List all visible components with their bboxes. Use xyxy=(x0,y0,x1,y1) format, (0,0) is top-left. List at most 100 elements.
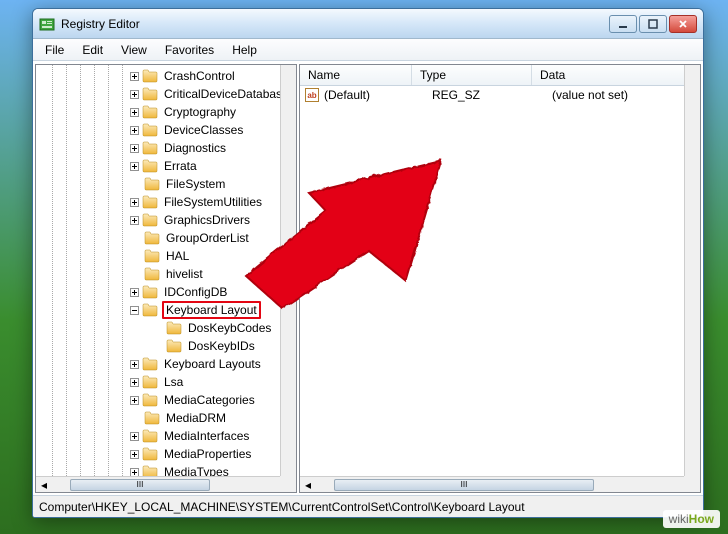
expander-spacer xyxy=(130,414,141,423)
tree-item[interactable]: DosKeybIDs xyxy=(36,337,280,355)
expander-icon[interactable] xyxy=(130,126,139,135)
tree-label[interactable]: Lsa xyxy=(162,374,185,390)
tree-scroll[interactable]: CrashControl CriticalDeviceDatabase Crypto… xyxy=(36,65,280,476)
list-horizontal-scrollbar[interactable]: ◂ III xyxy=(300,476,684,492)
tree-label[interactable]: hivelist xyxy=(164,266,205,282)
scroll-thumb[interactable]: III xyxy=(334,479,594,491)
menu-favorites[interactable]: Favorites xyxy=(157,41,222,59)
tree-label[interactable]: Keyboard Layouts xyxy=(162,356,263,372)
expander-icon[interactable] xyxy=(130,288,139,297)
expander-icon[interactable] xyxy=(130,396,139,405)
list-pane: Name Type Data ab(Default)REG_SZ(value n… xyxy=(299,64,701,493)
tree-item[interactable]: Keyboard Layout xyxy=(36,301,280,319)
tree-label[interactable]: MediaCategories xyxy=(162,392,257,408)
scroll-left-icon[interactable]: ◂ xyxy=(36,477,52,493)
tree-label[interactable]: Errata xyxy=(162,158,199,174)
expander-icon[interactable] xyxy=(130,450,139,459)
expander-spacer xyxy=(130,234,141,243)
expander-icon[interactable] xyxy=(130,216,139,225)
column-data[interactable]: Data xyxy=(532,65,700,85)
tree-item[interactable]: Lsa xyxy=(36,373,280,391)
tree-label[interactable]: DeviceClasses xyxy=(162,122,245,138)
column-type[interactable]: Type xyxy=(412,65,532,85)
expander-icon[interactable] xyxy=(130,108,139,117)
tree-item[interactable]: CrashControl xyxy=(36,67,280,85)
tree-item[interactable]: MediaDRM xyxy=(36,409,280,427)
menu-edit[interactable]: Edit xyxy=(74,41,111,59)
tree-item[interactable]: FileSystemUtilities xyxy=(36,193,280,211)
tree-item[interactable]: CriticalDeviceDatabase xyxy=(36,85,280,103)
tree-label[interactable]: CrashControl xyxy=(162,68,237,84)
scroll-thumb[interactable]: III xyxy=(70,479,210,491)
column-name[interactable]: Name xyxy=(300,65,412,85)
maximize-button[interactable] xyxy=(639,15,667,33)
tree-item[interactable]: MediaProperties xyxy=(36,445,280,463)
registry-editor-window: Registry Editor File Edit View Favorites… xyxy=(32,8,704,518)
tree-horizontal-scrollbar[interactable]: ◂ III xyxy=(36,476,280,492)
scroll-corner xyxy=(684,476,700,492)
scroll-left-icon[interactable]: ◂ xyxy=(300,477,316,493)
tree-label[interactable]: FileSystem xyxy=(164,176,227,192)
tree-item[interactable]: IDConfigDB xyxy=(36,283,280,301)
expander-icon[interactable] xyxy=(130,72,139,81)
expander-icon[interactable] xyxy=(130,378,139,387)
tree-item[interactable]: GroupOrderList xyxy=(36,229,280,247)
tree-item[interactable]: GraphicsDrivers xyxy=(36,211,280,229)
tree-item[interactable]: HAL xyxy=(36,247,280,265)
tree-label[interactable]: CriticalDeviceDatabase xyxy=(162,86,280,102)
tree-label[interactable]: DosKeybCodes xyxy=(186,320,273,336)
tree-item[interactable]: MediaInterfaces xyxy=(36,427,280,445)
tree-item[interactable]: MediaCategories xyxy=(36,391,280,409)
tree-label[interactable]: Keyboard Layout xyxy=(162,301,261,319)
tree-item[interactable]: Cryptography xyxy=(36,103,280,121)
expander-icon[interactable] xyxy=(130,360,139,369)
tree-item[interactable]: Errata xyxy=(36,157,280,175)
list-vertical-scrollbar[interactable] xyxy=(684,65,700,476)
list-header: Name Type Data xyxy=(300,65,700,86)
value-data: (value not set) xyxy=(552,88,700,102)
tree-label[interactable]: GroupOrderList xyxy=(164,230,251,246)
status-path: Computer\HKEY_LOCAL_MACHINE\SYSTEM\Curre… xyxy=(39,500,525,514)
tree-item[interactable]: DosKeybCodes xyxy=(36,319,280,337)
tree-content: CrashControl CriticalDeviceDatabase Crypto… xyxy=(36,65,280,476)
tree-vertical-scrollbar[interactable] xyxy=(280,65,296,476)
tree-label[interactable]: MediaProperties xyxy=(162,446,253,462)
tree-label[interactable]: Diagnostics xyxy=(162,140,228,156)
titlebar[interactable]: Registry Editor xyxy=(33,9,703,39)
tree-label[interactable]: Cryptography xyxy=(162,104,238,120)
tree-label[interactable]: MediaTypes xyxy=(162,464,231,476)
tree-label[interactable]: HAL xyxy=(164,248,191,264)
tree-item[interactable]: Diagnostics xyxy=(36,139,280,157)
tree-pane: CrashControl CriticalDeviceDatabase Crypto… xyxy=(35,64,297,493)
expander-icon[interactable] xyxy=(130,468,139,477)
tree-item[interactable]: MediaTypes xyxy=(36,463,280,476)
scroll-corner xyxy=(280,476,296,492)
tree-label[interactable]: FileSystemUtilities xyxy=(162,194,264,210)
expander-spacer xyxy=(130,270,141,279)
value-name: (Default) xyxy=(324,88,432,102)
close-button[interactable] xyxy=(669,15,697,33)
window-title: Registry Editor xyxy=(61,17,609,31)
tree-label[interactable]: MediaDRM xyxy=(164,410,228,426)
list-row[interactable]: ab(Default)REG_SZ(value not set) xyxy=(300,86,700,104)
expander-icon[interactable] xyxy=(130,162,139,171)
tree-label[interactable]: DosKeybIDs xyxy=(186,338,257,354)
menu-view[interactable]: View xyxy=(113,41,155,59)
menubar: File Edit View Favorites Help xyxy=(33,39,703,61)
expander-icon[interactable] xyxy=(130,90,139,99)
list-body[interactable]: ab(Default)REG_SZ(value not set) xyxy=(300,86,700,104)
menu-help[interactable]: Help xyxy=(224,41,265,59)
menu-file[interactable]: File xyxy=(37,41,72,59)
tree-label[interactable]: MediaInterfaces xyxy=(162,428,251,444)
expander-icon[interactable] xyxy=(130,144,139,153)
tree-item[interactable]: hivelist xyxy=(36,265,280,283)
tree-item[interactable]: Keyboard Layouts xyxy=(36,355,280,373)
tree-label[interactable]: GraphicsDrivers xyxy=(162,212,252,228)
expander-icon[interactable] xyxy=(130,198,139,207)
expander-icon[interactable] xyxy=(130,432,139,441)
tree-item[interactable]: FileSystem xyxy=(36,175,280,193)
collapser-icon[interactable] xyxy=(130,306,139,315)
tree-item[interactable]: DeviceClasses xyxy=(36,121,280,139)
tree-label[interactable]: IDConfigDB xyxy=(162,284,229,300)
minimize-button[interactable] xyxy=(609,15,637,33)
